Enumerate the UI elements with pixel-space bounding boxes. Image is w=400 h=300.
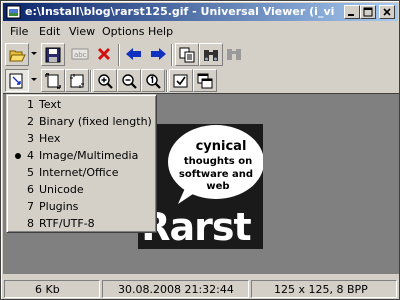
fit-button[interactable] <box>41 69 65 92</box>
image-text-line1: cynical <box>196 139 247 154</box>
chevron-down-icon <box>31 78 37 81</box>
menu-item-label: Unicode <box>39 183 84 196</box>
view-mode-item-image-multimedia[interactable]: 4 Image/Multimedia <box>10 147 155 164</box>
title-bar[interactable]: e:\Install\blog\rarst125.gif - Universal… <box>3 3 398 21</box>
minimize-icon <box>348 14 354 16</box>
copy-icon <box>179 47 195 63</box>
image-text-line2: thoughts on <box>184 156 252 167</box>
menu-item-label: Plugins <box>39 200 79 213</box>
save-button[interactable] <box>41 43 65 66</box>
fit-icon <box>45 73 61 89</box>
status-datetime: 30.08.2008 21:32:44 <box>102 280 249 298</box>
image-text-line4: web <box>206 181 229 192</box>
menu-item-number: 8 <box>27 217 34 230</box>
menu-item-label: Text <box>39 98 62 111</box>
zoom-original-icon <box>146 74 161 89</box>
toolbar-separator <box>171 44 173 66</box>
close-icon <box>383 8 391 16</box>
image-text-line3: software and <box>179 169 253 180</box>
menu-options[interactable]: Options <box>102 25 144 38</box>
menu-help[interactable]: Help <box>148 25 173 38</box>
back-button[interactable] <box>122 43 146 66</box>
checkbox-button[interactable] <box>169 69 193 92</box>
window-title: e:\Install\blog\rarst125.gif - Universal… <box>25 5 335 18</box>
app-icon <box>6 5 21 19</box>
toolbar-separator <box>118 44 120 66</box>
svg-text:abc: abc <box>74 51 87 59</box>
copy-button[interactable] <box>175 43 199 66</box>
status-bar: 6 Kb 30.08.2008 21:32:44 125 x 125, 8 BP… <box>3 279 398 298</box>
zoom-out-icon <box>122 74 137 89</box>
menu-file[interactable]: File <box>10 25 28 38</box>
menu-bar: File Edit View Options Help <box>3 22 398 41</box>
menu-item-label: Hex <box>39 132 61 145</box>
delete-button[interactable] <box>93 43 117 66</box>
menu-item-label: RTF/UTF-8 <box>39 217 95 230</box>
delete-x-icon <box>97 47 111 61</box>
radio-bullet-icon <box>15 153 21 159</box>
minimize-button[interactable] <box>344 5 360 19</box>
toolbar-separator <box>90 70 92 92</box>
image-brand-text: Rarst <box>141 205 251 249</box>
menu-item-number: 5 <box>27 166 34 179</box>
actual-size-icon <box>70 74 84 88</box>
checkbox-icon <box>173 74 188 88</box>
windows-button[interactable] <box>193 69 217 92</box>
zoom-in-button[interactable] <box>93 69 117 92</box>
find-binoculars-icon <box>204 50 218 61</box>
zoom-original-button[interactable] <box>141 69 165 92</box>
menu-item-label: Binary (fixed length) <box>39 115 152 128</box>
forward-button[interactable] <box>146 43 170 66</box>
status-file-size: 6 Kb <box>4 280 100 298</box>
save-disk-icon <box>45 47 61 63</box>
menu-item-number: 4 <box>27 149 34 162</box>
find-next-button[interactable] <box>223 43 247 66</box>
menu-item-number: 7 <box>27 200 34 213</box>
back-arrow-icon <box>126 48 141 60</box>
menu-view[interactable]: View <box>69 25 95 38</box>
status-datetime-text: 30.08.2008 21:32:44 <box>118 283 234 296</box>
open-dropdown[interactable] <box>29 43 40 66</box>
close-button[interactable] <box>379 5 395 19</box>
forward-arrow-icon <box>151 48 166 60</box>
view-mode-item-internet-office[interactable]: 5 Internet/Office <box>10 164 155 181</box>
actual-size-button[interactable] <box>65 69 89 92</box>
view-mode-button[interactable] <box>5 69 29 92</box>
abc-button[interactable]: abc <box>68 43 92 66</box>
menu-item-number: 3 <box>27 132 34 145</box>
view-mode-item-unicode[interactable]: 6 Unicode <box>10 181 155 198</box>
zoom-in-icon <box>98 74 113 89</box>
menu-item-label: Image/Multimedia <box>39 149 139 162</box>
menu-item-label: Internet/Office <box>39 166 119 179</box>
view-mode-icon <box>9 73 23 89</box>
view-mode-item-binary[interactable]: 2 Binary (fixed length) <box>10 113 155 130</box>
app-window: e:\Install\blog\rarst125.gif - Universal… <box>0 0 400 300</box>
windows-icon <box>197 73 213 89</box>
chevron-down-icon <box>31 52 37 55</box>
view-mode-item-rtf-utf8[interactable]: 8 RTF/UTF-8 <box>10 215 155 232</box>
menu-item-number: 6 <box>27 183 34 196</box>
abc-icon: abc <box>71 48 89 60</box>
status-dimensions-text: 125 x 125, 8 BPP <box>274 283 368 296</box>
menu-item-number: 2 <box>27 115 34 128</box>
menu-item-number: 1 <box>27 98 34 111</box>
zoom-out-button[interactable] <box>117 69 141 92</box>
menu-edit[interactable]: Edit <box>39 25 60 38</box>
find-next-binoculars-icon <box>227 49 241 60</box>
view-mode-item-plugins[interactable]: 7 Plugins <box>10 198 155 215</box>
view-mode-item-text[interactable]: 1 Text <box>10 96 155 113</box>
view-mode-dropdown[interactable] <box>29 69 40 92</box>
open-button[interactable] <box>5 43 29 66</box>
view-mode-menu: 1 Text 2 Binary (fixed length) 3 Hex 4 I… <box>6 94 157 233</box>
maximize-icon <box>363 7 373 17</box>
open-folder-icon <box>9 50 26 62</box>
view-mode-item-hex[interactable]: 3 Hex <box>10 130 155 147</box>
maximize-button[interactable] <box>360 5 376 19</box>
find-button[interactable] <box>199 43 223 66</box>
status-dimensions: 125 x 125, 8 BPP <box>251 280 397 298</box>
toolbar-separator <box>166 70 168 92</box>
status-file-size-text: 6 Kb <box>35 283 60 296</box>
